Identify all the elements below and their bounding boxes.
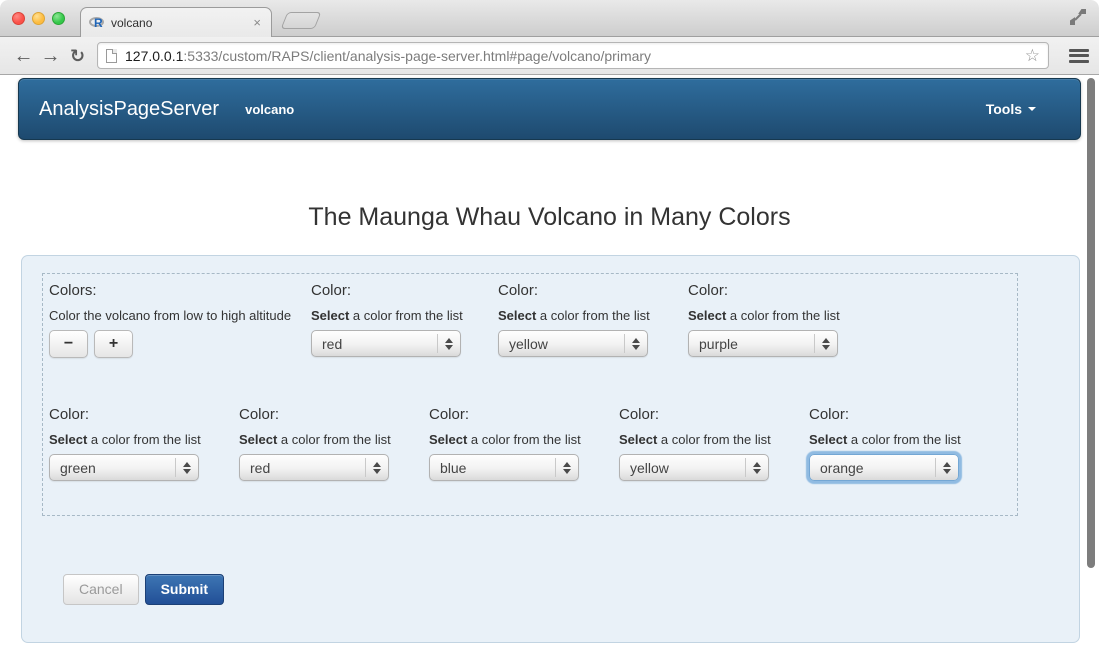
minimize-window-button[interactable] <box>32 12 45 25</box>
color-select[interactable]: yellow <box>619 454 769 481</box>
select-value: orange <box>810 460 935 476</box>
favicon-letter: R <box>94 16 103 30</box>
forward-button[interactable]: → <box>37 43 64 69</box>
url-path: :5333/custom/RAPS/client/analysis-page-s… <box>183 48 651 64</box>
dropdown-arrows-icon <box>365 458 388 477</box>
group-description: Select a color from the list <box>809 432 999 447</box>
color-select[interactable]: red <box>311 330 461 357</box>
group-description: Select a color from the list <box>498 308 688 323</box>
form-panel: Colors: Color the volcano from low to hi… <box>21 255 1080 643</box>
select-value: red <box>312 336 437 352</box>
group-description: Select a color from the list <box>688 308 878 323</box>
parameters-area: Colors: Color the volcano from low to hi… <box>42 273 1018 516</box>
group-description: Select a color from the list <box>619 432 809 447</box>
brand-link[interactable]: AnalysisPageServer <box>39 98 219 121</box>
group-description: Select a color from the list <box>49 432 239 447</box>
color-group: Color: Select a color from the list oran… <box>809 404 999 481</box>
color-group: Color: Select a color from the list gree… <box>49 404 239 481</box>
group-label: Color: <box>239 404 429 423</box>
group-label: Color: <box>809 404 999 423</box>
color-group: Color: Select a color from the list red <box>311 280 498 357</box>
submit-button[interactable]: Submit <box>145 574 224 605</box>
group-description: Select a color from the list <box>429 432 619 447</box>
resize-window-icon[interactable] <box>1069 8 1087 26</box>
group-label: Color: <box>688 280 878 299</box>
group-label: Color: <box>311 280 498 299</box>
r-logo-favicon: R <box>89 16 106 30</box>
dropdown-arrows-icon <box>437 334 460 353</box>
remove-color-button[interactable]: − <box>49 330 88 358</box>
tab-title: volcano <box>111 16 251 30</box>
select-value: purple <box>689 336 814 352</box>
color-group: Color: Select a color from the list purp… <box>688 280 878 357</box>
dropdown-arrows-icon <box>624 334 647 353</box>
bookmark-star-icon[interactable]: ☆ <box>1025 46 1040 66</box>
scrollbar-thumb[interactable] <box>1087 78 1095 568</box>
new-tab-button[interactable] <box>281 12 322 29</box>
select-value: yellow <box>499 336 624 352</box>
group-label: Color: <box>429 404 619 423</box>
group-label: Color: <box>49 404 239 423</box>
app-navbar: AnalysisPageServer volcano Tools <box>18 78 1081 140</box>
close-window-button[interactable] <box>12 12 25 25</box>
color-group: Color: Select a color from the list blue <box>429 404 619 481</box>
caret-down-icon <box>1028 107 1036 111</box>
dropdown-arrows-icon <box>814 334 837 353</box>
zoom-window-button[interactable] <box>52 12 65 25</box>
tools-dropdown[interactable]: Tools <box>986 101 1036 117</box>
reload-button[interactable]: ↻ <box>64 43 91 69</box>
tab-close-icon[interactable]: × <box>251 15 263 30</box>
select-value: blue <box>430 460 555 476</box>
select-value: red <box>240 460 365 476</box>
cancel-button[interactable]: Cancel <box>63 574 139 605</box>
color-group: Color: Select a color from the list red <box>239 404 429 481</box>
chrome-menu-icon[interactable] <box>1069 49 1089 63</box>
altitude-colors-group: Colors: Color the volcano from low to hi… <box>49 280 311 358</box>
select-value: green <box>50 460 175 476</box>
form-actions: Cancel Submit <box>63 574 224 605</box>
dropdown-arrows-icon <box>555 458 578 477</box>
color-group: Color: Select a color from the list yell… <box>498 280 688 357</box>
add-color-button[interactable]: + <box>94 330 133 358</box>
color-select[interactable]: red <box>239 454 389 481</box>
color-group: Color: Select a color from the list yell… <box>619 404 809 481</box>
color-select[interactable]: blue <box>429 454 579 481</box>
color-select-focused[interactable]: orange <box>809 454 959 481</box>
select-value: yellow <box>620 460 745 476</box>
group-description: Select a color from the list <box>239 432 429 447</box>
page-icon <box>106 49 117 63</box>
navbar-page-name: volcano <box>245 102 294 117</box>
url-text[interactable]: 127.0.0.1:5333/custom/RAPS/client/analys… <box>125 48 1019 64</box>
browser-window: R volcano × ← → ↻ 127.0.0.1:5333/custom/… <box>0 0 1099 651</box>
color-select[interactable]: green <box>49 454 199 481</box>
browser-titlebar: R volcano × <box>0 0 1099 37</box>
parameter-row-2: Color: Select a color from the list gree… <box>49 404 1017 481</box>
color-select[interactable]: purple <box>688 330 838 357</box>
color-select[interactable]: yellow <box>498 330 648 357</box>
tools-label: Tools <box>986 101 1022 117</box>
dropdown-arrows-icon <box>745 458 768 477</box>
dropdown-arrows-icon <box>175 458 198 477</box>
browser-toolbar: ← → ↻ 127.0.0.1:5333/custom/RAPS/client/… <box>0 37 1099 75</box>
back-button[interactable]: ← <box>10 43 37 69</box>
group-description: Color the volcano from low to high altit… <box>49 308 311 323</box>
dropdown-arrows-icon <box>935 458 958 477</box>
group-label: Colors: <box>49 280 311 299</box>
page-title: The Maunga Whau Volcano in Many Colors <box>0 203 1099 232</box>
traffic-lights <box>12 12 65 25</box>
url-bar[interactable]: 127.0.0.1:5333/custom/RAPS/client/analys… <box>97 42 1049 69</box>
group-label: Color: <box>619 404 809 423</box>
group-label: Color: <box>498 280 688 299</box>
group-description: Select a color from the list <box>311 308 498 323</box>
parameter-row-1: Colors: Color the volcano from low to hi… <box>49 280 1017 358</box>
browser-tab[interactable]: R volcano × <box>80 7 272 37</box>
url-host: 127.0.0.1 <box>125 48 183 64</box>
